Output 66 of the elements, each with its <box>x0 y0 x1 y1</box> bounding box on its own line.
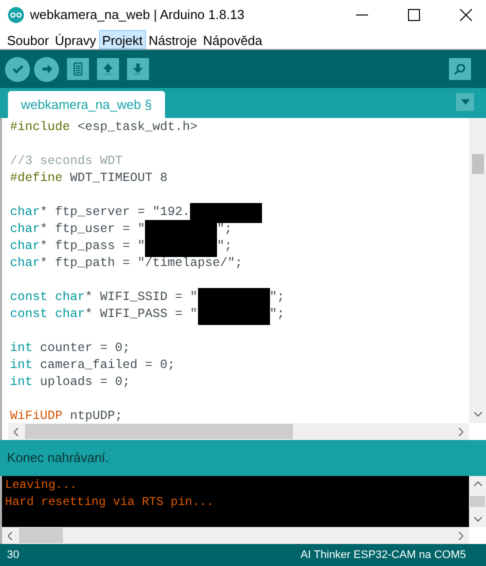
horizontal-scrollbar[interactable] <box>8 423 469 440</box>
serial-monitor-button[interactable] <box>449 58 471 80</box>
code-token: "; <box>217 221 232 238</box>
menu-item[interactable]: Projekt <box>99 30 146 49</box>
code-token: char <box>10 255 40 272</box>
code-token: "; <box>270 289 285 306</box>
console-output: Leaving... Hard resetting via RTS pin... <box>2 476 469 527</box>
code-token: int <box>10 374 33 391</box>
code-token: "; <box>270 306 285 323</box>
scrollbar-thumb[interactable] <box>25 424 293 439</box>
code-token: * ftp_server = "192. <box>40 204 190 221</box>
magnifier-icon <box>453 62 467 76</box>
scrollbar-thumb[interactable] <box>472 154 484 174</box>
code-token: const char <box>10 306 86 323</box>
window-title: webkamera_na_web | Arduino 1.8.13 <box>30 6 246 24</box>
scroll-down-icon[interactable] <box>474 517 482 522</box>
code-token: ntpUDP; <box>69 408 123 425</box>
code-token: #include <box>10 119 70 136</box>
vertical-scrollbar[interactable] <box>469 476 486 527</box>
scrollbar-thumb[interactable] <box>19 528 63 543</box>
code-token: * ftp_user = " <box>40 221 146 238</box>
code-token: #define <box>10 170 63 187</box>
menu-item[interactable]: Nápověda <box>200 30 266 49</box>
code-token: * WIFI_PASS = " <box>85 306 198 323</box>
code-token: char <box>10 204 40 221</box>
scroll-right-icon[interactable] <box>458 428 463 436</box>
verify-button[interactable] <box>5 56 30 82</box>
menu-item[interactable]: Úpravy <box>52 30 100 49</box>
scroll-left-icon[interactable] <box>8 532 13 540</box>
maximize-icon[interactable] <box>408 9 420 21</box>
menu-item[interactable]: Nástroje <box>146 30 200 49</box>
code-token: char <box>10 221 40 238</box>
code-token: int <box>10 357 33 374</box>
code-token: char <box>10 238 40 255</box>
tab-menu-button[interactable] <box>456 93 474 111</box>
code-token: int <box>10 340 33 357</box>
code-token: uploads = 0; <box>39 374 130 391</box>
new-button[interactable] <box>67 58 89 80</box>
code-token: const char <box>10 289 86 306</box>
code-token: <esp_task_wdt.h> <box>76 119 198 136</box>
upload-button[interactable] <box>34 56 59 82</box>
scroll-left-icon[interactable] <box>14 428 19 436</box>
code-token: "; <box>217 238 232 255</box>
vertical-scrollbar[interactable] <box>469 118 486 423</box>
close-icon[interactable] <box>460 9 472 21</box>
scrollbar-thumb[interactable] <box>470 496 485 507</box>
scroll-up-icon[interactable] <box>474 481 482 486</box>
code-token: * ftp_path = "/timelapse/"; <box>40 255 243 272</box>
code-token: camera_failed = 0; <box>39 357 176 374</box>
open-button[interactable] <box>97 58 119 80</box>
board-port-label: AI Thinker ESP32-CAM na COM5 <box>300 548 466 563</box>
caret-down-icon <box>460 99 470 105</box>
code-token: counter = 0; <box>39 340 130 357</box>
code-token: WiFiUDP <box>10 408 63 425</box>
scroll-down-icon[interactable] <box>474 412 482 417</box>
menu-item[interactable]: Soubor <box>4 30 52 49</box>
scroll-right-icon[interactable] <box>458 532 463 540</box>
app-logo-icon <box>8 7 24 23</box>
save-button[interactable] <box>127 58 149 80</box>
code-token: //3 seconds WDT <box>10 153 123 170</box>
line-number: 30 <box>7 548 20 563</box>
horizontal-scrollbar[interactable] <box>2 527 469 544</box>
status-message: Konec nahrávaní. <box>7 449 109 468</box>
code-token: WDT_TIMEOUT 8 <box>69 170 168 187</box>
code-token: * WIFI_SSID = " <box>85 289 198 306</box>
code-token: * ftp_pass = " <box>40 238 146 255</box>
